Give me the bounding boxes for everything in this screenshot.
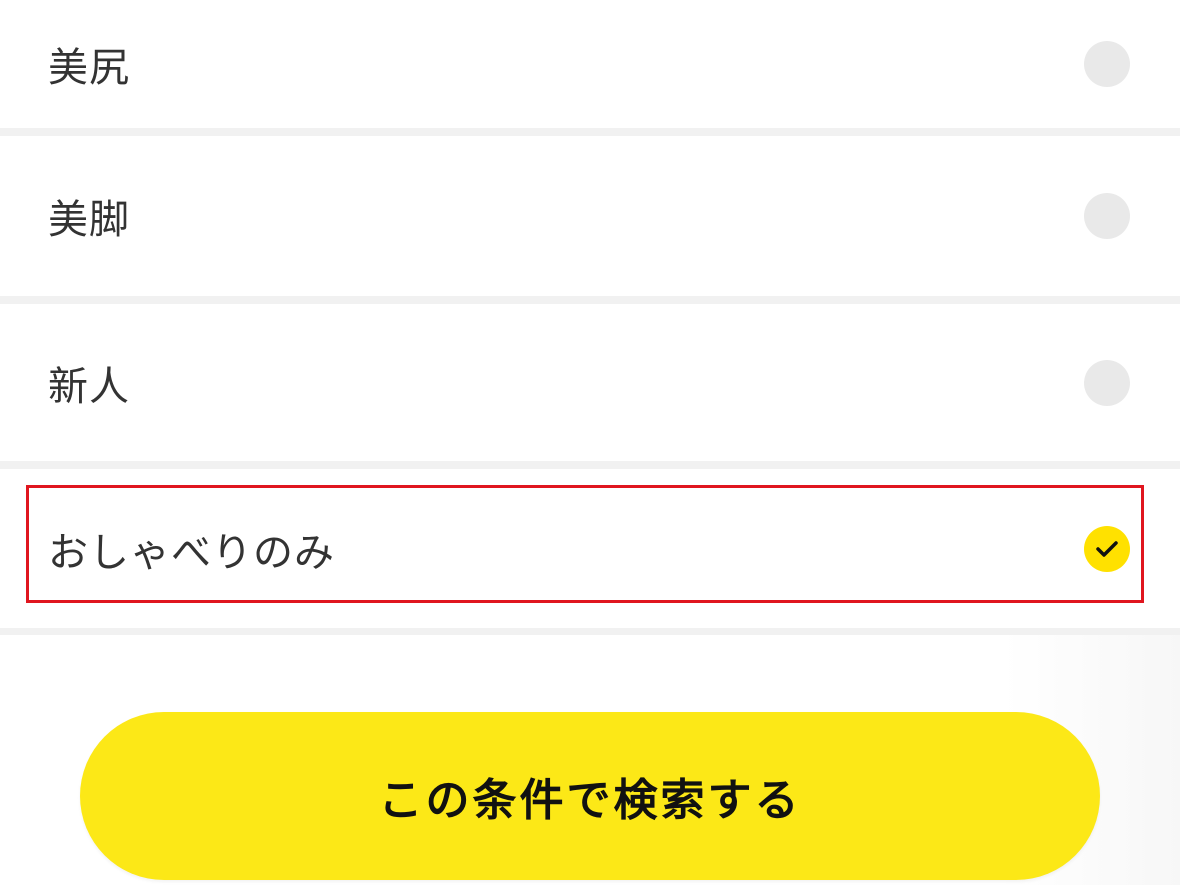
option-label: 美脚 bbox=[48, 197, 130, 243]
radio-unchecked-icon[interactable] bbox=[1084, 193, 1130, 239]
option-label: おしゃべりのみ bbox=[48, 529, 335, 576]
option-row-oshaberi-nomi[interactable]: おしゃべりのみ bbox=[0, 469, 1180, 628]
option-row-bikyaku[interactable]: 美脚 bbox=[0, 136, 1180, 296]
divider bbox=[0, 296, 1180, 304]
option-label: 新人 bbox=[48, 363, 130, 410]
divider bbox=[0, 128, 1180, 136]
search-button-label: この条件で検索する bbox=[378, 776, 802, 825]
option-row-shinjin[interactable]: 新人 bbox=[0, 304, 1180, 461]
search-with-conditions-button[interactable]: この条件で検索する bbox=[80, 712, 1100, 880]
checkmark-icon[interactable] bbox=[1084, 525, 1130, 572]
divider bbox=[0, 461, 1180, 469]
radio-unchecked-icon[interactable] bbox=[1084, 359, 1130, 406]
radio-unchecked-icon[interactable] bbox=[1084, 41, 1130, 87]
option-label: 美尻 bbox=[48, 45, 130, 91]
option-row-bijiri[interactable]: 美尻 bbox=[0, 0, 1180, 128]
filter-options-screen: 美尻 美脚 新人 おしゃべりのみ この条件で検索する bbox=[0, 0, 1180, 885]
